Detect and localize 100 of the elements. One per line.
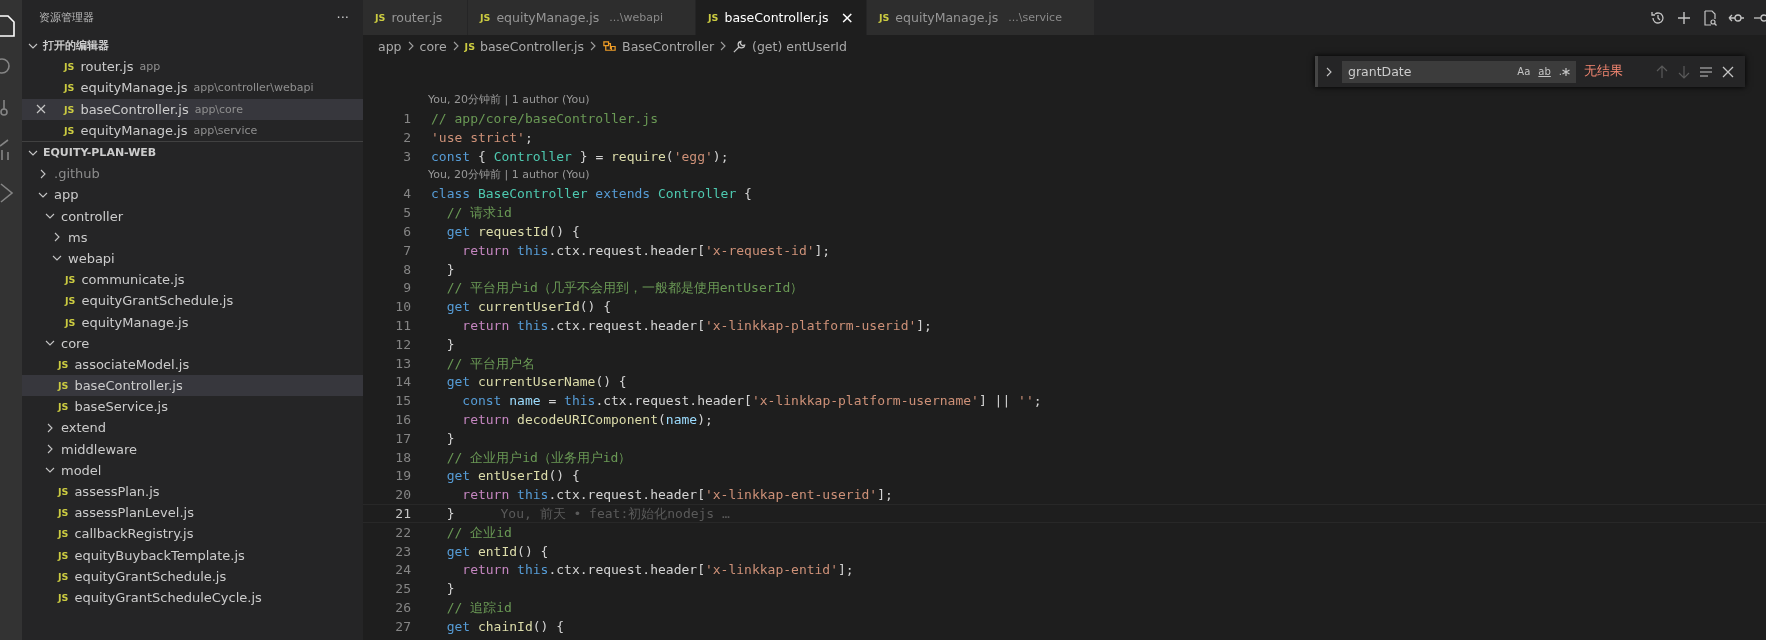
- code-line: }: [445, 335, 455, 353]
- folder-item[interactable]: ms: [22, 226, 363, 248]
- file-path: app\core: [194, 102, 243, 116]
- line-number: 12: [394, 335, 411, 353]
- code-line: get chainId() {: [445, 617, 565, 635]
- close-icon[interactable]: [36, 104, 46, 115]
- codelens-text[interactable]: You, 20分钟前 | 1 author (You): [428, 168, 590, 182]
- line-number: 7: [402, 241, 411, 259]
- line-number: 17: [394, 429, 411, 447]
- js-file-icon: JS: [58, 549, 69, 561]
- folder-item[interactable]: model: [22, 459, 363, 481]
- js-file-icon: JS: [58, 570, 69, 582]
- code-line: return this.ctx.request.header['x-linkkap-ent-userid'];: [461, 486, 893, 503]
- breadcrumb-item[interactable]: JS baseController.js: [464, 38, 585, 54]
- file-item[interactable]: JS assessPlanLevel.js: [22, 502, 363, 524]
- js-file-icon: JS: [58, 528, 69, 540]
- open-editor-item[interactable]: JS equityManage.js app\service: [22, 119, 363, 141]
- editor-tab[interactable]: JS router.js: [363, 0, 468, 35]
- no-results-text: 无结果: [1584, 63, 1623, 80]
- chevron-right-icon: [45, 422, 55, 433]
- more-actions-button[interactable]: ···: [332, 10, 353, 25]
- file-item[interactable]: JS baseService.js: [22, 396, 363, 418]
- line-number: 27: [394, 617, 411, 635]
- chevron-right-icon[interactable]: [1324, 66, 1334, 77]
- folder-item[interactable]: extend: [22, 417, 363, 439]
- line-number: 1: [402, 110, 411, 127]
- file-item[interactable]: JS callbackRegistry.js: [22, 523, 363, 545]
- js-file-icon: JS: [480, 12, 491, 23]
- file-item[interactable]: JS assessPlan.js: [22, 480, 363, 503]
- line-number: 4: [402, 185, 411, 203]
- code-line: // 追踪id: [445, 598, 512, 616]
- code-line: // 平台用户名: [445, 354, 536, 372]
- chevron-right-icon: [52, 232, 62, 243]
- line-number: 8: [402, 260, 411, 278]
- file-search-icon[interactable]: [1702, 9, 1718, 26]
- js-file-icon: JS: [464, 40, 475, 52]
- plus-icon[interactable]: [1676, 9, 1692, 26]
- js-file-icon: JS: [708, 12, 719, 23]
- close-tab-button[interactable]: ×: [840, 8, 854, 27]
- file-item[interactable]: JS communicate.js: [22, 269, 363, 291]
- whole-word-toggle[interactable]: ab: [1538, 66, 1551, 77]
- js-file-icon: JS: [65, 274, 76, 286]
- breadcrumb-item[interactable]: BaseController: [602, 38, 715, 54]
- class-icon: [602, 38, 618, 54]
- section-header[interactable]: 打开的编辑器: [22, 35, 363, 57]
- line-number: 25: [394, 580, 411, 597]
- folder-item[interactable]: middleware: [22, 438, 363, 460]
- breadcrumb-item[interactable]: core: [419, 38, 447, 54]
- regex-toggle[interactable]: .: [1558, 66, 1570, 77]
- code-line: 'use strict';: [431, 128, 533, 146]
- file-item[interactable]: JS associateModel.js: [22, 353, 363, 375]
- editor-tab[interactable]: JS equityManage.js ...\webapi: [468, 0, 697, 35]
- file-item[interactable]: JS equityBuybackTemplate.js: [22, 544, 363, 566]
- js-file-icon: JS: [64, 103, 75, 115]
- find-input[interactable]: grantDate Aa ab .: [1342, 60, 1576, 83]
- code-line: // 企业id: [445, 523, 512, 541]
- history-icon[interactable]: [1650, 9, 1666, 26]
- js-file-icon: JS: [58, 401, 69, 413]
- editor-tab[interactable]: JS baseController.js ×: [696, 0, 867, 35]
- file-item[interactable]: JS equityGrantScheduleCycle.js: [22, 586, 363, 609]
- code-line: get currentUserId() {: [445, 298, 612, 315]
- editor-tab[interactable]: JS equityManage.js ...\service: [866, 0, 1095, 35]
- folder-item[interactable]: controller: [22, 205, 363, 227]
- find-in-selection-icon[interactable]: [1699, 64, 1713, 79]
- codelens-text[interactable]: You, 20分钟前 | 1 author (You): [428, 93, 590, 106]
- folder-item[interactable]: app: [22, 184, 363, 206]
- line-number: 23: [394, 542, 411, 560]
- open-editor-item[interactable]: JS baseController.js app\core: [22, 98, 363, 120]
- file-path: app\service: [193, 123, 258, 137]
- line-number: 14: [394, 373, 411, 391]
- code-line: // 企业用户id（业务用户id）: [445, 448, 632, 466]
- code-line: get entId() {: [445, 542, 549, 560]
- line-number: 10: [394, 298, 411, 315]
- match-case-toggle[interactable]: Aa: [1517, 66, 1531, 77]
- breadcrumb-item[interactable]: (get) entUserId: [732, 38, 847, 54]
- file-item[interactable]: JS equityGrantSchedule.js: [22, 565, 363, 587]
- close-icon[interactable]: [1721, 64, 1735, 79]
- line-number: 24: [394, 561, 411, 579]
- file-item[interactable]: JS equityGrantSchedule.js: [22, 290, 363, 312]
- code-line: return this.ctx.request.header['x-request-id'];: [461, 241, 831, 259]
- code-line: // app/core/baseController.js: [431, 110, 658, 127]
- breadcrumb-item[interactable]: app: [378, 38, 402, 54]
- code-line: // 请求id: [445, 204, 512, 221]
- code-line: get currentUserName() {: [445, 373, 627, 391]
- line-number: 13: [394, 354, 411, 372]
- line-number: 5: [402, 204, 411, 221]
- file-item[interactable]: JS baseController.js: [22, 375, 363, 397]
- folder-item[interactable]: webapi: [22, 247, 363, 270]
- wrench-icon: [732, 38, 748, 54]
- section-header[interactable]: EQUITY-PLAN-WEB: [22, 140, 363, 164]
- folder-item[interactable]: core: [22, 332, 363, 354]
- open-editor-item[interactable]: JS router.js app: [22, 56, 363, 78]
- js-file-icon: JS: [58, 358, 69, 370]
- line-number: 3: [402, 147, 411, 165]
- folder-item[interactable]: .github: [22, 163, 363, 185]
- js-file-icon: JS: [64, 124, 75, 136]
- line-number: 26: [394, 598, 411, 616]
- file-item[interactable]: JS equityManage.js: [22, 311, 363, 333]
- open-editor-item[interactable]: JS equityManage.js app\controller\webapi: [22, 77, 363, 99]
- js-file-icon: JS: [64, 82, 75, 94]
